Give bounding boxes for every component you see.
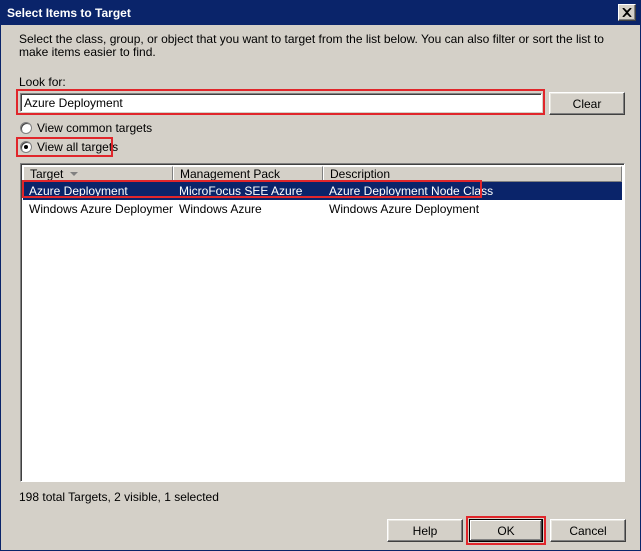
- radio-button[interactable]: [20, 122, 32, 134]
- cell-management-pack: Windows Azure: [179, 202, 262, 216]
- column-header-management-pack[interactable]: Management Pack: [173, 166, 323, 182]
- look-for-input[interactable]: [20, 93, 542, 112]
- select-items-dialog: Select Items to Target Select the class,…: [0, 0, 641, 551]
- table-row[interactable]: Windows Azure Deployment Windows Azure W…: [23, 200, 622, 218]
- status-text: 198 total Targets, 2 visible, 1 selected: [19, 490, 219, 504]
- radio-label: View all targets: [37, 140, 119, 154]
- column-header-target[interactable]: Target: [23, 166, 173, 182]
- look-for-label: Look for:: [19, 75, 66, 89]
- instructions-text: Select the class, group, or object that …: [19, 32, 604, 59]
- sort-descending-icon: [70, 172, 78, 176]
- window-title: Select Items to Target: [7, 6, 131, 20]
- table-row[interactable]: Azure Deployment MicroFocus SEE Azure Az…: [23, 182, 622, 200]
- cell-description: Windows Azure Deployment: [329, 202, 480, 216]
- radio-button[interactable]: [20, 141, 32, 153]
- clear-button-label: Clear: [572, 96, 602, 111]
- cell-target: Windows Azure Deployment: [29, 202, 173, 216]
- clear-button[interactable]: Clear: [549, 92, 625, 115]
- cell-management-pack: MicroFocus SEE Azure: [179, 184, 303, 198]
- radio-view-all-targets[interactable]: View all targets: [20, 140, 118, 154]
- radio-view-common-targets[interactable]: View common targets: [20, 121, 152, 135]
- cancel-button-label: Cancel: [569, 523, 607, 538]
- radio-label: View common targets: [37, 121, 153, 135]
- close-icon: [622, 8, 632, 17]
- cell-target: Azure Deployment: [29, 184, 128, 198]
- cancel-button[interactable]: Cancel: [550, 519, 626, 542]
- title-bar[interactable]: Select Items to Target: [1, 1, 640, 25]
- help-button-label: Help: [412, 523, 438, 538]
- cell-description: Azure Deployment Node Class: [329, 184, 494, 198]
- close-button[interactable]: [618, 4, 636, 21]
- ok-button-label: OK: [497, 523, 515, 538]
- list-header: Target Management Pack Description: [23, 166, 622, 182]
- column-header-description[interactable]: Description: [323, 166, 622, 182]
- help-button[interactable]: Help: [387, 519, 463, 542]
- targets-list[interactable]: Target Management Pack Description Azure…: [20, 163, 625, 482]
- ok-button[interactable]: OK: [469, 519, 543, 542]
